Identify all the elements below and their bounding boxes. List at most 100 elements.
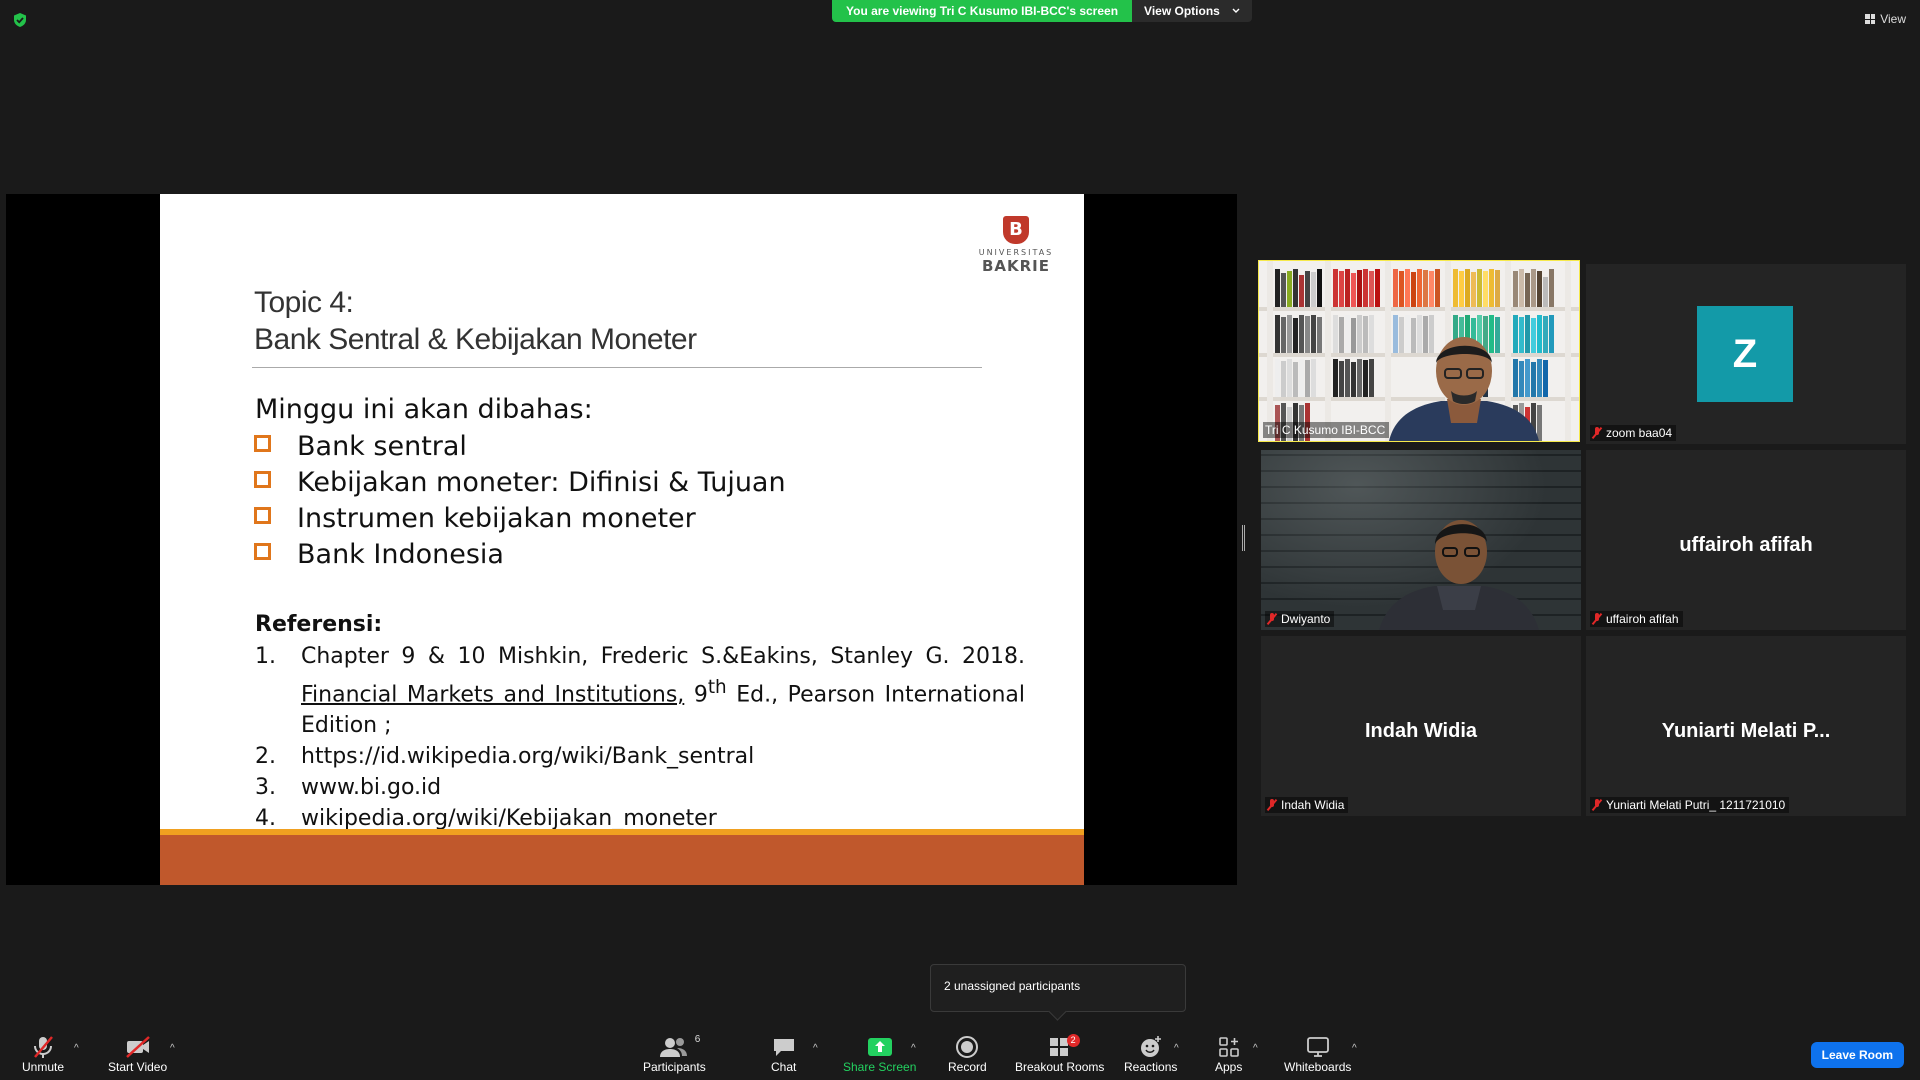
participant-name-tag: zoom baa04 — [1590, 425, 1677, 441]
slide-intro: Minggu ini akan dibahas: — [255, 394, 593, 425]
share-screen-icon — [867, 1038, 892, 1056]
grid-view-icon — [1865, 14, 1876, 24]
slide-title-line1: Topic 4: — [254, 286, 354, 319]
view-options-button[interactable]: View Options — [1132, 0, 1252, 22]
reactions-icon — [1140, 1036, 1161, 1057]
whiteboards-label: Whiteboards — [1284, 1060, 1352, 1074]
title-divider — [252, 367, 982, 368]
shared-screen[interactable]: B UNIVERSITAS BAKRIE Topic 4: Bank Sentr… — [6, 194, 1237, 885]
chat-button[interactable]: Chat — [771, 1034, 796, 1074]
video-options-caret[interactable]: ^ — [170, 1043, 175, 1054]
breakout-rooms-button[interactable]: 2 Breakout Rooms — [1015, 1034, 1104, 1074]
unmute-button[interactable]: Unmute — [22, 1034, 64, 1074]
participant-tile-dwiyanto[interactable]: Dwiyanto — [1261, 450, 1581, 630]
share-screen-button[interactable]: Share Screen — [843, 1034, 916, 1074]
participant-name-tag: Yuniarti Melati Putri_ 1211721010 — [1590, 797, 1790, 813]
participant-tile-tri-c-kusumo[interactable]: Tri C Kusumo IBI-BCC — [1258, 260, 1580, 442]
mic-muted-icon — [1267, 799, 1277, 811]
reactions-button[interactable]: Reactions — [1124, 1034, 1177, 1074]
screen-share-banner: You are viewing Tri C Kusumo IBI-BCC's s… — [832, 0, 1252, 22]
participant-name-tag: Dwiyanto — [1265, 611, 1335, 627]
record-icon — [956, 1036, 979, 1058]
participant-tile-yuniarti[interactable]: Yuniarti Melati P... Yuniarti Melati Put… — [1586, 636, 1906, 816]
presentation-slide: B UNIVERSITAS BAKRIE Topic 4: Bank Sentr… — [160, 194, 1084, 885]
unassigned-participants-tooltip: 2 unassigned participants — [930, 964, 1186, 1012]
view-button-label: View — [1880, 12, 1906, 26]
reference-list: 1. Chapter 9 & 10 Mishkin, Frederic S.&E… — [255, 641, 1025, 834]
references-heading: Referensi: — [255, 612, 383, 637]
participant-tile-uffairoh-afifah[interactable]: uffairoh afifah uffairoh afifah — [1586, 450, 1906, 630]
share-options-caret[interactable]: ^ — [911, 1043, 916, 1054]
apps-button[interactable]: Apps — [1215, 1034, 1242, 1074]
unmute-label: Unmute — [22, 1060, 65, 1074]
checkbox-bullet-icon — [254, 506, 271, 524]
mic-off-icon — [34, 1036, 53, 1058]
reactions-options-caret[interactable]: ^ — [1174, 1043, 1179, 1054]
chevron-down-icon — [1232, 8, 1240, 13]
start-video-label: Start Video — [108, 1060, 168, 1074]
participants-icon — [660, 1038, 688, 1057]
mic-muted-icon — [1592, 427, 1602, 439]
apps-icon — [1218, 1037, 1239, 1057]
logo-univ-text: UNIVERSITAS — [978, 248, 1054, 257]
leave-room-button[interactable]: Leave Room — [1810, 1042, 1904, 1068]
list-item: Kebijakan moneter: Difinisi & Tujuan — [252, 464, 786, 500]
presenter-silhouette — [1389, 337, 1539, 441]
participant-name-tag: Indah Widia — [1265, 797, 1349, 813]
mic-muted-icon — [1592, 799, 1602, 811]
list-item: Bank sentral — [252, 428, 786, 464]
breakout-rooms-label: Breakout Rooms — [1015, 1060, 1105, 1074]
list-item: Bank Indonesia — [252, 536, 786, 572]
reference-item: 1. Chapter 9 & 10 Mishkin, Frederic S.&E… — [255, 644, 1025, 739]
participant-tile-zoom-baa04[interactable]: Z zoom baa04 — [1586, 264, 1906, 444]
participant-name-tag: Tri C Kusumo IBI-BCC — [1263, 422, 1390, 438]
record-button[interactable]: Record — [948, 1034, 987, 1074]
whiteboard-icon — [1306, 1037, 1329, 1057]
view-button[interactable]: View — [1865, 12, 1906, 26]
participants-count: 6 — [694, 1034, 701, 1045]
chat-label: Chat — [771, 1060, 797, 1074]
reference-item: 3. www.bi.go.id — [255, 775, 442, 801]
logo-badge: B — [1003, 216, 1029, 244]
whiteboards-options-caret[interactable]: ^ — [1352, 1043, 1357, 1054]
panel-resize-handle[interactable] — [1242, 525, 1245, 551]
topic-list: Bank sentral Kebijakan moneter: Difinisi… — [252, 428, 786, 572]
apps-label: Apps — [1215, 1060, 1243, 1074]
participant-silhouette — [1379, 520, 1539, 630]
video-off-icon — [125, 1036, 150, 1058]
avatar: Z — [1697, 306, 1793, 402]
list-item: Instrumen kebijakan moneter — [252, 500, 786, 536]
participants-button[interactable]: 6 Participants — [643, 1034, 706, 1074]
whiteboards-button[interactable]: Whiteboards — [1284, 1034, 1351, 1074]
checkbox-bullet-icon — [254, 434, 271, 452]
checkbox-bullet-icon — [254, 542, 271, 560]
chat-options-caret[interactable]: ^ — [813, 1043, 818, 1054]
breakout-badge: 2 — [1066, 1034, 1080, 1047]
record-label: Record — [948, 1060, 987, 1074]
slide-title-line2: Bank Sentral & Kebijakan Moneter — [254, 323, 697, 356]
checkbox-bullet-icon — [254, 470, 271, 488]
slide-footer-band — [160, 835, 1084, 885]
participants-label: Participants — [643, 1060, 706, 1074]
chat-icon — [773, 1039, 794, 1056]
reactions-label: Reactions — [1124, 1060, 1178, 1074]
reference-item: 2. https://id.wikipedia.org/wiki/Bank_sen… — [255, 744, 755, 770]
logo-name-text: BAKRIE — [981, 257, 1051, 275]
apps-options-caret[interactable]: ^ — [1253, 1043, 1258, 1054]
share-screen-label: Share Screen — [843, 1060, 917, 1074]
universitas-bakrie-logo: B UNIVERSITAS BAKRIE — [978, 216, 1054, 275]
encryption-shield-icon[interactable] — [12, 12, 28, 28]
meeting-toolbar: Unmute ^ Start Video ^ 6 Participants Ch… — [0, 1024, 1920, 1080]
bookshelf-video — [1259, 261, 1579, 441]
view-options-label: View Options — [1144, 4, 1220, 18]
participant-display-name: Indah Widia — [1364, 720, 1478, 742]
mic-muted-icon — [1267, 613, 1277, 625]
audio-options-caret[interactable]: ^ — [74, 1043, 79, 1054]
participant-tile-indah-widia[interactable]: Indah Widia Indah Widia — [1261, 636, 1581, 816]
start-video-button[interactable]: Start Video — [108, 1034, 167, 1074]
participant-display-name: uffairoh afifah — [1679, 534, 1813, 556]
participant-name-tag: uffairoh afifah — [1590, 611, 1683, 627]
participant-display-name: Yuniarti Melati P... — [1661, 720, 1831, 742]
slide-title: Topic 4: Bank Sentral & Kebijakan Monete… — [254, 284, 697, 358]
mic-muted-icon — [1592, 613, 1602, 625]
